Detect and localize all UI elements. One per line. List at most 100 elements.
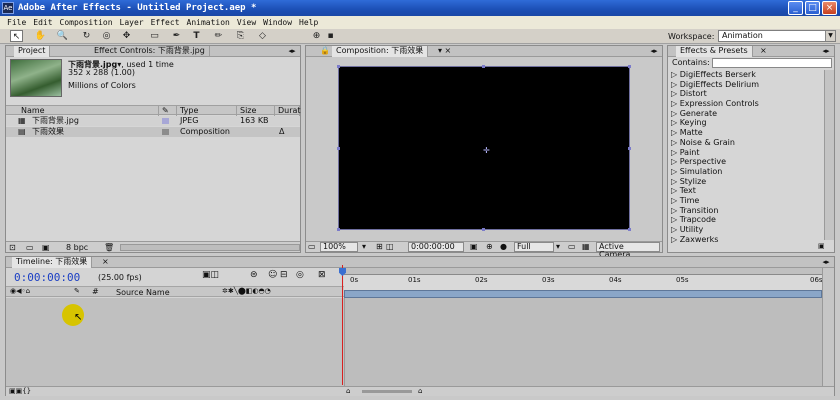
- tab-timeline[interactable]: Timeline: 下雨效果: [12, 257, 93, 268]
- minimize-button[interactable]: _: [788, 1, 803, 15]
- hand-tool-icon[interactable]: ✋: [34, 30, 47, 42]
- time-ruler[interactable]: 0s 01s 02s 03s 04s 05s 06s: [344, 268, 823, 298]
- new-comp-icon[interactable]: ▣: [42, 242, 50, 253]
- effects-category[interactable]: ▷ DigiEffects Delirium: [668, 80, 824, 90]
- current-time-indicator[interactable]: [342, 265, 343, 385]
- workspace-select[interactable]: Animation ▼: [718, 30, 836, 42]
- region-of-interest-icon[interactable]: ▭: [568, 242, 576, 252]
- time-navigator-bar[interactable]: [344, 268, 822, 275]
- anchor-point-icon[interactable]: ✛: [483, 146, 490, 155]
- snapshot-icon[interactable]: ◫: [386, 242, 394, 252]
- effects-category[interactable]: ▷ Expression Controls: [668, 99, 824, 109]
- bpc-label[interactable]: 8 bpc: [66, 242, 88, 253]
- hide-shy-icon[interactable]: ☺: [268, 270, 277, 280]
- panel-menu-icon[interactable]: ◂▸: [648, 47, 660, 56]
- track-xy-tool-icon[interactable]: ✥: [120, 30, 133, 42]
- composition-viewer[interactable]: ✛: [337, 65, 631, 231]
- label-swatch[interactable]: [162, 118, 169, 124]
- tab-effect-controls[interactable]: Effect Controls: 下雨背景.jpg: [90, 46, 210, 57]
- layer-outline-area[interactable]: [6, 298, 344, 386]
- tab-effects-presets[interactable]: Effects & Presets: [676, 46, 753, 57]
- project-row-comp[interactable]: ▤ 下雨效果 Composition Δ: [6, 127, 300, 137]
- effects-category[interactable]: ▷ Distort: [668, 89, 824, 99]
- interpret-footage-icon[interactable]: ⊡: [9, 242, 16, 253]
- effects-category[interactable]: ▷ Simulation: [668, 167, 824, 177]
- layer-number-column[interactable]: #: [92, 287, 99, 296]
- title-safe-icon[interactable]: ⊞: [376, 242, 383, 252]
- effects-scrollbar[interactable]: [824, 70, 834, 240]
- chevron-down-icon[interactable]: ▾: [362, 242, 366, 252]
- menu-effect[interactable]: Effect: [148, 16, 184, 29]
- tab-project[interactable]: Project: [14, 46, 51, 57]
- menu-composition[interactable]: Composition: [57, 16, 117, 29]
- transparency-grid-icon[interactable]: ▦: [582, 242, 590, 252]
- effects-category[interactable]: ▷ Generate: [668, 109, 824, 119]
- effects-category[interactable]: ▷ Utility: [668, 225, 824, 235]
- effects-category[interactable]: ▷ Paint: [668, 148, 824, 158]
- lock-icon[interactable]: 🔒: [320, 46, 330, 55]
- menu-help[interactable]: Help: [296, 16, 322, 29]
- zoom-select[interactable]: 100%: [320, 242, 358, 252]
- rotate-tool-icon[interactable]: ↻: [80, 30, 93, 42]
- tab-composition[interactable]: Composition: 下雨效果: [332, 46, 429, 57]
- timeline-scrollbar[interactable]: [822, 268, 834, 386]
- motion-blur-icon[interactable]: ◎: [296, 270, 304, 280]
- effects-category[interactable]: ▷ Time: [668, 196, 824, 206]
- project-row-jpg[interactable]: ▦ 下雨背景.jpg JPEG 163 KB: [6, 116, 300, 126]
- effects-category[interactable]: ▷ Perspective: [668, 157, 824, 167]
- camera-select[interactable]: Active Camera: [596, 242, 660, 259]
- zoom-out-icon[interactable]: ⌂: [346, 387, 350, 395]
- close-tab-icon[interactable]: ×: [760, 46, 767, 55]
- close-button[interactable]: ×: [822, 1, 837, 15]
- source-name-column[interactable]: Source Name: [116, 288, 170, 297]
- panel-menu-icon[interactable]: ◂▸: [820, 47, 832, 56]
- eraser-tool-icon[interactable]: ◇: [256, 30, 269, 42]
- comp-timecode[interactable]: 0:00:00:00: [408, 242, 464, 252]
- new-folder-icon[interactable]: ▣: [818, 242, 825, 250]
- world-axis-icon[interactable]: ▪: [324, 30, 337, 42]
- effects-category[interactable]: ▷ Transition: [668, 206, 824, 216]
- av-features-icon[interactable]: ◉◀◦⌂: [10, 287, 30, 295]
- menu-file[interactable]: File: [4, 16, 30, 29]
- type-tool-icon[interactable]: T: [190, 30, 203, 42]
- clone-stamp-tool-icon[interactable]: ⎘: [234, 30, 247, 42]
- label-column-icon[interactable]: ✎: [74, 287, 80, 295]
- resolution-select[interactable]: Full: [514, 242, 554, 252]
- effects-category[interactable]: ▷ Stylize: [668, 177, 824, 187]
- draft-3d-icon[interactable]: ⊜: [250, 270, 258, 280]
- column-type[interactable]: Type: [177, 106, 237, 116]
- always-preview-icon[interactable]: ▭: [308, 242, 316, 252]
- live-update-icon[interactable]: ▣◫: [202, 270, 219, 280]
- zoom-slider[interactable]: [362, 390, 412, 393]
- layer-track-area[interactable]: [344, 298, 822, 386]
- effects-category[interactable]: ▷ Text: [668, 186, 824, 196]
- column-size[interactable]: Size: [237, 106, 275, 116]
- effects-category[interactable]: ▷ DigiEffects Berserk: [668, 70, 824, 80]
- label-swatch[interactable]: [162, 129, 169, 135]
- brush-tool-icon[interactable]: ✏: [212, 30, 225, 42]
- camera-snapshot-icon[interactable]: ▣: [470, 242, 478, 252]
- zoom-tool-icon[interactable]: 🔍: [56, 30, 69, 42]
- close-tab-icon[interactable]: ×: [102, 257, 109, 266]
- menu-edit[interactable]: Edit: [30, 16, 56, 29]
- zoom-in-icon[interactable]: ⌂: [418, 387, 422, 395]
- effects-category[interactable]: ▷ Trapcode: [668, 215, 824, 225]
- pen-tool-icon[interactable]: ✒: [170, 30, 183, 42]
- work-area-bar[interactable]: [344, 290, 822, 298]
- switches-column-icon[interactable]: ✲✱╲⬤◧◐◓◔: [222, 287, 271, 295]
- effects-category[interactable]: ▷ Noise & Grain: [668, 138, 824, 148]
- delete-icon[interactable]: 🗑: [104, 242, 114, 253]
- tab-dropdown-icon[interactable]: ▾ ×: [438, 46, 451, 55]
- expand-panes-icon[interactable]: ▣▣{}: [9, 387, 31, 395]
- current-time-display[interactable]: 0:00:00:00: [14, 271, 80, 284]
- label-column-icon[interactable]: ✎: [159, 106, 177, 116]
- effects-category[interactable]: ▷ Keying: [668, 118, 824, 128]
- panel-menu-icon[interactable]: ◂▸: [286, 47, 298, 56]
- menu-animation[interactable]: Animation: [184, 16, 234, 29]
- color-channels-icon[interactable]: ●: [500, 242, 507, 252]
- horizontal-scrollbar[interactable]: [120, 244, 300, 251]
- maximize-button[interactable]: □: [805, 1, 820, 15]
- channel-icon[interactable]: ⊕: [486, 242, 493, 252]
- axis-mode-icon[interactable]: ⊕: [310, 30, 323, 42]
- selection-tool-icon[interactable]: ↖: [10, 30, 23, 42]
